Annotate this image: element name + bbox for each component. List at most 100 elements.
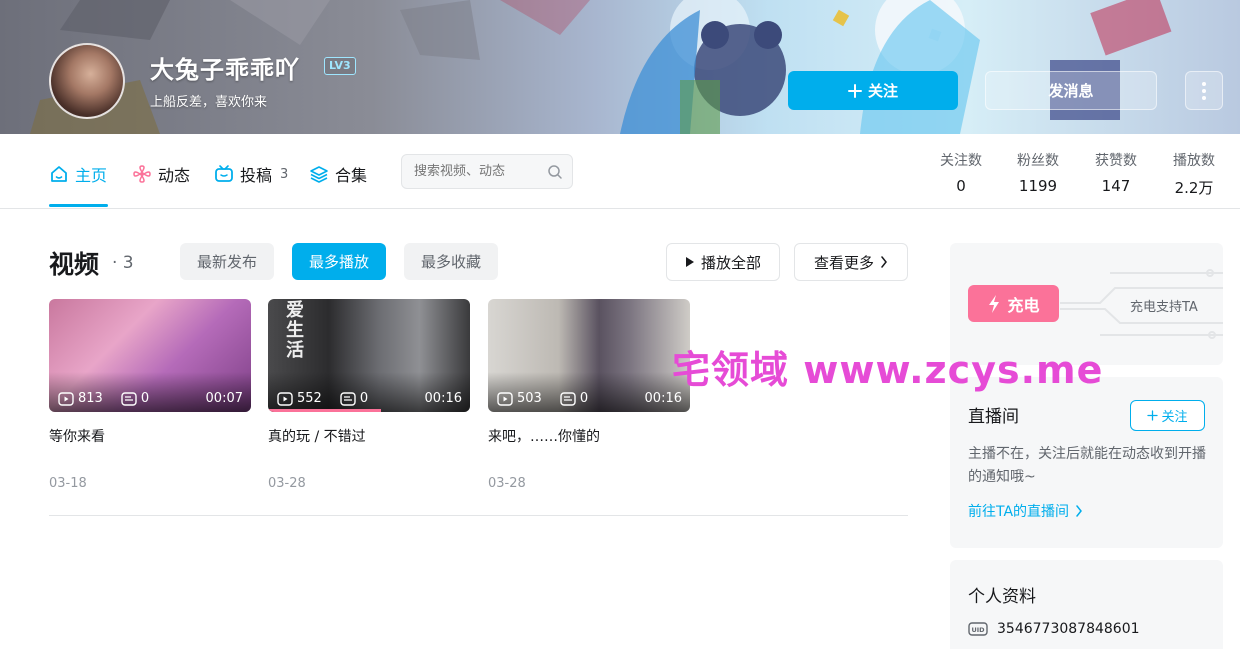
profile-info-title: 个人资料 xyxy=(968,587,1036,607)
danmaku-count: 0 xyxy=(140,391,150,406)
play-all-label: 播放全部 xyxy=(700,253,761,272)
level-badge: LV3 xyxy=(324,57,356,75)
vertical-dots-icon xyxy=(1202,81,1206,100)
danmaku-count: 0 xyxy=(579,391,589,406)
tv-icon xyxy=(215,165,233,182)
play-count: 503 xyxy=(517,391,542,406)
live-room-link-label: 前往TA的直播间 xyxy=(968,504,1070,520)
video-stats: 552 0 xyxy=(277,391,368,406)
watch-progress-bar xyxy=(268,409,382,412)
view-more-label: 查看更多 xyxy=(813,253,874,272)
pinwheel-icon xyxy=(133,165,151,183)
stat-likes: 获赞数 147 xyxy=(1086,150,1146,195)
filter-latest[interactable]: 最新发布 xyxy=(180,243,275,280)
search-icon[interactable] xyxy=(547,164,563,180)
play-count-icon xyxy=(58,391,74,406)
charge-support-text: 充电支持TA xyxy=(1130,300,1198,315)
video-title[interactable]: 来吧，……你懂的 xyxy=(488,426,690,446)
svg-text:UID: UID xyxy=(971,626,985,634)
video-thumbnail[interactable]: 813 0 00:07 xyxy=(49,299,251,412)
follow-button-label: 关注 xyxy=(867,83,898,100)
charge-button[interactable]: 充电 xyxy=(968,285,1059,322)
video-card[interactable]: 爱生活 552 0 00:16 真的玩 / 不错过 03-28 xyxy=(268,299,470,491)
stat-plays: 播放数 2.2万 xyxy=(1164,150,1224,198)
uid-icon: UID xyxy=(968,622,988,636)
play-count: 552 xyxy=(297,391,322,406)
play-count-icon xyxy=(497,391,513,406)
tab-uploads[interactable]: 投稿 3 xyxy=(214,162,288,186)
tab-home[interactable]: 主页 xyxy=(49,162,107,186)
stat-likes-value: 147 xyxy=(1101,177,1131,195)
lightning-icon xyxy=(989,294,1000,313)
play-icon xyxy=(685,257,694,267)
view-more-button[interactable]: 查看更多 xyxy=(794,243,908,281)
live-room-description: 主播不在，关注后就能在动态收到开播的通知哦~ xyxy=(968,446,1206,485)
chevron-right-icon xyxy=(1076,505,1083,517)
profile-banner: 大兔子乖乖吖 LV3 上船反差，喜欢你来 关注 发消息 xyxy=(0,0,1240,134)
tab-home-label: 主页 xyxy=(75,166,108,185)
follow-button[interactable]: 关注 xyxy=(788,71,958,110)
home-icon xyxy=(51,166,67,182)
stat-plays-value: 2.2万 xyxy=(1174,179,1214,197)
message-button[interactable]: 发消息 xyxy=(985,71,1157,110)
tab-dynamic-label: 动态 xyxy=(158,166,191,185)
video-stats: 813 0 xyxy=(58,391,149,406)
profile-info-panel: 个人资料 UID 3546773087848601 xyxy=(950,560,1223,649)
danmaku-icon xyxy=(340,391,356,406)
active-tab-indicator xyxy=(49,204,108,207)
username: 大兔子乖乖吖 xyxy=(150,56,300,84)
stat-plays-label: 播放数 xyxy=(1173,153,1215,169)
video-title[interactable]: 等你来看 xyxy=(49,426,251,446)
uid-row[interactable]: UID 3546773087848601 xyxy=(968,621,1140,637)
videos-count: · 3 xyxy=(112,253,134,273)
live-follow-label: 关注 xyxy=(1161,410,1188,425)
play-all-button[interactable]: 播放全部 xyxy=(666,243,780,281)
user-signature: 上船反差，喜欢你来 xyxy=(150,95,268,110)
tab-uploads-label: 投稿 xyxy=(240,166,273,185)
live-room-link[interactable]: 前往TA的直播间 xyxy=(968,501,1083,521)
video-thumbnail[interactable]: 爱生活 552 0 00:16 xyxy=(268,299,470,412)
space-nav: 主页 动态 投稿 3 合集 关注数 0 粉丝数 1199 获赞数 147 xyxy=(0,134,1240,209)
video-title[interactable]: 真的玩 / 不错过 xyxy=(268,426,470,446)
live-room-title: 直播间 xyxy=(968,407,1019,427)
danmaku-icon xyxy=(121,391,137,406)
section-divider xyxy=(49,515,908,516)
stat-fans-label: 粉丝数 xyxy=(1017,153,1059,169)
video-thumbnail[interactable]: 503 0 00:16 xyxy=(488,299,690,412)
video-card[interactable]: 813 0 00:07 等你来看 03-18 xyxy=(49,299,251,491)
more-options-button[interactable] xyxy=(1185,71,1223,110)
video-date: 03-18 xyxy=(49,476,87,491)
video-card[interactable]: 503 0 00:16 来吧，……你懂的 03-28 xyxy=(488,299,690,491)
tab-dynamic[interactable]: 动态 xyxy=(132,162,190,186)
thumbnail-overlay-text: 爱生活 xyxy=(286,300,304,361)
danmaku-icon xyxy=(560,391,576,406)
play-count: 813 xyxy=(78,391,103,406)
chevron-right-icon xyxy=(881,256,887,268)
avatar[interactable] xyxy=(49,43,125,119)
video-duration: 00:16 xyxy=(424,391,462,406)
plus-icon xyxy=(847,83,862,98)
charge-button-label: 充电 xyxy=(1007,297,1040,315)
live-follow-button[interactable]: 关注 xyxy=(1130,400,1205,431)
video-duration: 00:07 xyxy=(205,391,243,406)
stat-likes-label: 获赞数 xyxy=(1095,153,1137,169)
space-page: 大兔子乖乖吖 LV3 上船反差，喜欢你来 关注 发消息 主页 动态 投稿 3 合… xyxy=(0,0,1240,649)
play-count-icon xyxy=(277,391,293,406)
stat-fans-value: 1199 xyxy=(1018,177,1058,195)
stat-following-label: 关注数 xyxy=(940,153,982,169)
stat-fans[interactable]: 粉丝数 1199 xyxy=(1008,150,1068,195)
filter-most-favorited[interactable]: 最多收藏 xyxy=(404,243,499,280)
layers-icon xyxy=(310,166,328,183)
tab-collections-label: 合集 xyxy=(335,166,368,185)
stat-following[interactable]: 关注数 0 xyxy=(931,150,991,195)
tab-collections[interactable]: 合集 xyxy=(309,162,367,186)
plus-icon xyxy=(1147,410,1159,421)
video-date: 03-28 xyxy=(268,476,306,491)
video-date: 03-28 xyxy=(488,476,526,491)
danmaku-count: 0 xyxy=(359,391,369,406)
stat-following-value: 0 xyxy=(956,177,966,195)
uid-value: 3546773087848601 xyxy=(997,621,1140,637)
live-room-panel: 直播间 关注 主播不在，关注后就能在动态收到开播的通知哦~ 前往TA的直播间 xyxy=(950,377,1223,548)
site-watermark: 宅领域 www.zcys.me xyxy=(672,348,1104,392)
filter-most-played[interactable]: 最多播放 xyxy=(292,243,387,280)
